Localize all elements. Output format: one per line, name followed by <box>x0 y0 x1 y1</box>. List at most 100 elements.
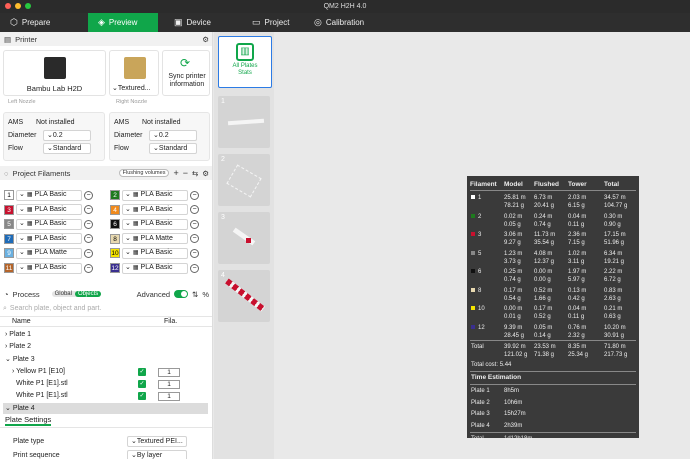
plate-settings-tab[interactable]: Plate Settings <box>5 415 52 426</box>
flow-select[interactable]: ⌄Standard <box>149 143 197 154</box>
tab-project[interactable]: ▭ Project <box>242 13 304 32</box>
remove-icon[interactable]: − <box>183 168 188 178</box>
tree-object-white-2[interactable]: White P1 [E1].stl <box>16 392 68 399</box>
object-visible-checkbox[interactable]: ✓ <box>138 380 146 388</box>
tab-calibration[interactable]: ◎ Calibration <box>304 13 374 32</box>
filament-slot[interactable]: 7 ⌄ ▦ PLA Basic − <box>4 233 93 245</box>
tree-plate-3[interactable]: ⌄ Plate 3 <box>5 355 35 363</box>
diameter-select[interactable]: ⌄0.2 <box>149 130 197 141</box>
filament-number-badge[interactable]: 2 <box>110 190 120 200</box>
remove-filament-icon[interactable]: − <box>84 263 93 273</box>
remove-filament-icon[interactable]: − <box>84 190 93 200</box>
filament-type-select[interactable]: ⌄ ▦ PLA Matte <box>16 247 82 259</box>
gear-icon[interactable]: ⚙ <box>202 169 209 178</box>
filament-number-badge[interactable]: 8 <box>110 233 120 244</box>
add-icon[interactable]: + <box>173 168 178 178</box>
filament-type-select[interactable]: ⌄ ▦ PLA Basic <box>16 233 82 245</box>
filament-type-select[interactable]: ⌄ ▦ PLA Basic <box>16 262 82 274</box>
percent-icon[interactable]: % <box>202 290 209 299</box>
filament-type-select[interactable]: ⌄ ▦ PLA Matte <box>122 233 188 245</box>
remove-filament-icon[interactable]: − <box>84 219 93 229</box>
flushing-volumes-button[interactable]: Flushing volumes <box>118 169 170 177</box>
filament-number-badge[interactable]: 9 <box>4 248 14 259</box>
close-window-button[interactable] <box>5 3 11 9</box>
filament-slot[interactable]: 1 ⌄ ▦ PLA Basic − <box>4 189 93 201</box>
filament-slot[interactable]: 4 ⌄ ▦ PLA Basic − <box>110 204 199 216</box>
gear-icon[interactable]: ⚙ <box>202 35 209 44</box>
filament-number-badge[interactable]: 1 <box>4 190 14 200</box>
compare-icon[interactable]: ⇅ <box>192 290 198 299</box>
window-controls[interactable] <box>5 3 31 9</box>
filament-slot[interactable]: 9 ⌄ ▦ PLA Matte − <box>4 247 93 259</box>
filament-slot[interactable]: 12 ⌄ ▦ PLA Basic − <box>110 262 199 274</box>
plate-type-select[interactable]: ⌄Textured... <box>109 50 159 96</box>
all-plates-stats-button[interactable]: ▥ All Plates Stats <box>218 36 272 88</box>
print-sequence-dropdown[interactable]: ⌄By layer <box>127 450 187 459</box>
name-column-header[interactable]: Name <box>12 318 31 325</box>
filament-slot[interactable]: 8 ⌄ ▦ PLA Matte − <box>110 233 199 245</box>
filament-slot[interactable]: 10 ⌄ ▦ PLA Basic − <box>110 247 199 259</box>
tab-prepare[interactable]: ⬡ Prepare <box>0 13 88 32</box>
filament-number-badge[interactable]: 12 <box>110 263 120 273</box>
plate-type-dropdown[interactable]: ⌄Textured PEI... <box>127 436 187 447</box>
minimize-window-button[interactable] <box>15 3 21 9</box>
objects-option[interactable]: Objects <box>74 291 102 297</box>
filament-number-badge[interactable]: 6 <box>110 219 120 230</box>
filament-type-select[interactable]: ⌄ ▦ PLA Basic <box>16 204 82 216</box>
plate-4-thumbnail[interactable]: 4 <box>218 270 270 322</box>
remove-filament-icon[interactable]: − <box>190 190 199 200</box>
filament-slot[interactable]: 11 ⌄ ▦ PLA Basic − <box>4 262 93 274</box>
tab-preview[interactable]: ◈ Preview <box>88 13 158 32</box>
remove-filament-icon[interactable]: − <box>190 234 199 244</box>
global-objects-toggle[interactable]: Global Objects <box>51 291 102 297</box>
remove-filament-icon[interactable]: − <box>84 234 93 244</box>
filament-type-select[interactable]: ⌄ ▦ PLA Basic <box>122 262 188 274</box>
tree-plate-1[interactable]: › Plate 1 <box>5 331 31 338</box>
filament-type-select[interactable]: ⌄ ▦ PLA Basic <box>122 218 188 230</box>
plate-1-thumbnail[interactable]: 1 <box>218 96 270 148</box>
tree-object-white-1[interactable]: White P1 [E1].stl <box>16 380 68 387</box>
search-input[interactable]: ⌕ Search plate, object and part. <box>3 303 210 314</box>
global-option[interactable]: Global <box>52 291 75 297</box>
remove-filament-icon[interactable]: − <box>190 263 199 273</box>
printer-select[interactable]: Bambu Lab H2D <box>3 50 106 96</box>
tab-device[interactable]: ▣ Device <box>158 13 242 32</box>
filament-type-select[interactable]: ⌄ ▦ PLA Basic <box>16 218 82 230</box>
object-filament-number[interactable]: 1 <box>158 380 180 389</box>
filament-type-select[interactable]: ⌄ ▦ PLA Basic <box>122 204 188 216</box>
tree-object-yellow[interactable]: › Yellow P1 [E10] <box>12 368 65 375</box>
remove-filament-icon[interactable]: − <box>84 248 93 258</box>
flow-select[interactable]: ⌄Standard <box>43 143 91 154</box>
filament-number-badge[interactable]: 5 <box>4 219 14 230</box>
diameter-select[interactable]: ⌄0.2 <box>43 130 91 141</box>
tree-plate-2[interactable]: › Plate 2 <box>5 343 31 350</box>
remove-filament-icon[interactable]: − <box>84 205 93 215</box>
filament-number-badge[interactable]: 3 <box>4 204 14 215</box>
object-visible-checkbox[interactable]: ✓ <box>138 392 146 400</box>
filament-number-badge[interactable]: 11 <box>4 263 14 273</box>
zoom-window-button[interactable] <box>25 3 31 9</box>
filament-number-badge[interactable]: 4 <box>110 204 120 215</box>
filament-slot[interactable]: 2 ⌄ ▦ PLA Basic − <box>110 189 199 201</box>
sync-printer-button[interactable]: ⟳ Sync printer information <box>162 50 210 96</box>
filament-number-badge[interactable]: 10 <box>110 248 120 259</box>
plate-2-thumbnail[interactable]: 2 <box>218 154 270 206</box>
filament-slot[interactable]: 6 ⌄ ▦ PLA Basic − <box>110 218 199 230</box>
filament-column-header[interactable]: Fila. <box>164 318 177 325</box>
filament-type-select[interactable]: ⌄ ▦ PLA Basic <box>122 189 188 201</box>
remove-filament-icon[interactable]: − <box>190 219 199 229</box>
filament-slot[interactable]: 5 ⌄ ▦ PLA Basic − <box>4 218 93 230</box>
filament-slot[interactable]: 3 ⌄ ▦ PLA Basic − <box>4 204 93 216</box>
split-icon[interactable]: ⇆ <box>192 169 198 178</box>
advanced-toggle[interactable] <box>174 290 189 298</box>
filament-type-select[interactable]: ⌄ ▦ PLA Basic <box>16 189 82 201</box>
tree-plate-4[interactable]: ⌄ Plate 4 <box>3 403 208 414</box>
remove-filament-icon[interactable]: − <box>190 205 199 215</box>
remove-filament-icon[interactable]: − <box>190 248 199 258</box>
filament-number-badge[interactable]: 7 <box>4 233 14 244</box>
object-filament-number[interactable]: 1 <box>158 392 180 401</box>
object-filament-number[interactable]: 1 <box>158 368 180 377</box>
filament-type-select[interactable]: ⌄ ▦ PLA Basic <box>122 247 188 259</box>
plate-3-thumbnail[interactable]: 3 <box>218 212 270 264</box>
object-visible-checkbox[interactable]: ✓ <box>138 368 146 376</box>
